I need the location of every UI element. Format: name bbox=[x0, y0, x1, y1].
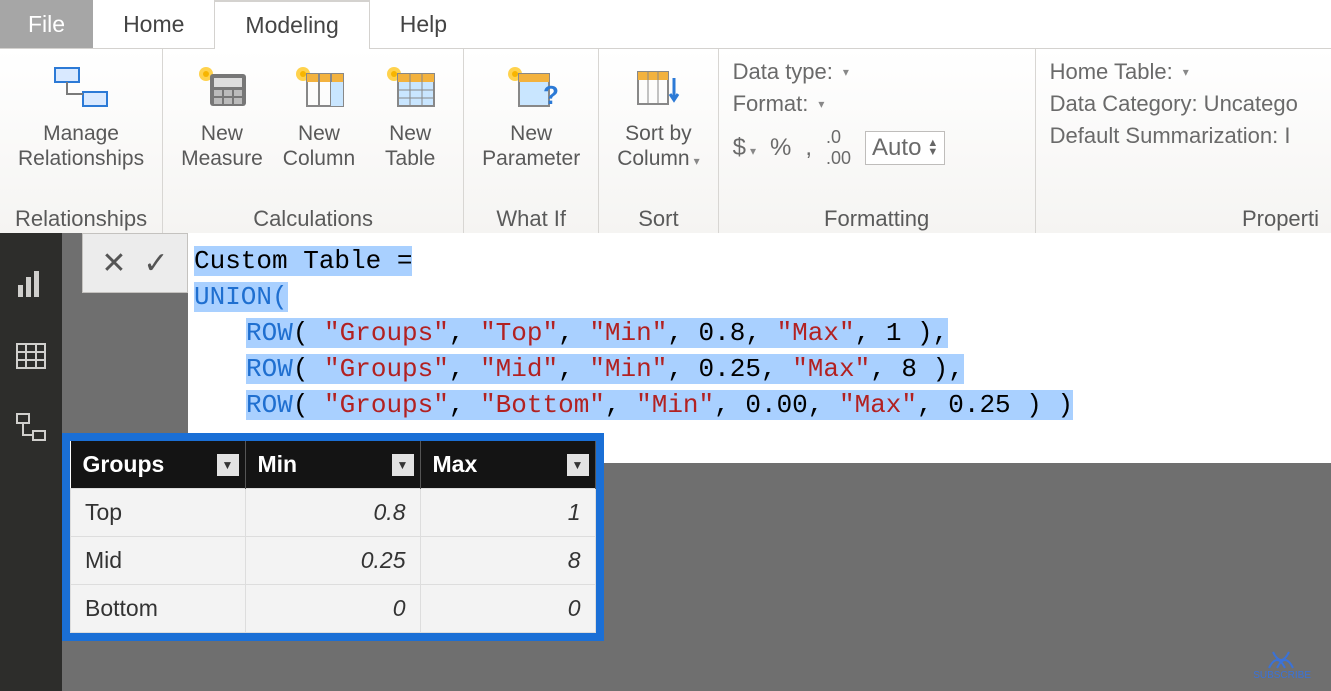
group-label-formatting: Formatting bbox=[727, 202, 1027, 234]
new-measure-button[interactable]: New Measure bbox=[171, 53, 273, 171]
col-header-groups[interactable]: Groups▼ bbox=[71, 441, 246, 489]
tab-strip: File Home Modeling Help bbox=[0, 0, 1331, 49]
sort-icon bbox=[630, 59, 686, 115]
group-label-calculations: Calculations bbox=[171, 202, 455, 234]
dna-icon bbox=[1267, 650, 1297, 670]
sort-by-column-button[interactable]: Sort by Column▾ bbox=[607, 53, 709, 174]
relationships-icon bbox=[53, 59, 109, 115]
new-parameter-button[interactable]: ? New Parameter bbox=[472, 53, 590, 171]
thousands-button[interactable]: , bbox=[805, 134, 812, 162]
filter-dropdown-icon[interactable]: ▼ bbox=[392, 454, 414, 476]
currency-button[interactable]: $▾ bbox=[733, 134, 756, 162]
result-table: Groups▼ Min▼ Max▼ Top0.81 Mid0.258 Botto… bbox=[62, 433, 604, 641]
default-summarization-dropdown[interactable]: Default Summarization: I bbox=[1050, 123, 1298, 149]
new-table-button[interactable]: New Table bbox=[365, 53, 455, 171]
model-view-button[interactable] bbox=[10, 407, 52, 449]
formula-buttons: ✕ ✓ bbox=[82, 233, 188, 293]
content-area: ✕ ✓ Custom Table = UNION( ROW( "Groups",… bbox=[62, 233, 1331, 691]
group-relationships: Manage Relationships Relationships bbox=[0, 49, 163, 234]
commit-formula-button[interactable]: ✓ bbox=[135, 242, 177, 284]
col-header-min[interactable]: Min▼ bbox=[245, 441, 420, 489]
data-type-dropdown[interactable]: Data type:▾ bbox=[733, 59, 946, 85]
tab-help[interactable]: Help bbox=[370, 0, 477, 48]
ribbon: Manage Relationships Relationships New M… bbox=[0, 49, 1331, 235]
formula-editor[interactable]: Custom Table = UNION( ROW( "Groups", "To… bbox=[188, 233, 1331, 463]
decimal-button[interactable]: .0.00 bbox=[826, 127, 851, 169]
new-column-icon bbox=[291, 59, 347, 115]
new-measure-icon bbox=[194, 59, 250, 115]
new-measure-label: New Measure bbox=[181, 121, 263, 171]
new-table-label: New Table bbox=[385, 121, 435, 171]
table-row[interactable]: Mid0.258 bbox=[71, 537, 596, 585]
report-view-button[interactable] bbox=[10, 263, 52, 305]
filter-dropdown-icon[interactable]: ▼ bbox=[567, 454, 589, 476]
new-column-button[interactable]: New Column bbox=[273, 53, 365, 171]
tab-home[interactable]: Home bbox=[93, 0, 214, 48]
data-view-button[interactable] bbox=[10, 335, 52, 377]
manage-relationships-label: Manage Relationships bbox=[18, 121, 144, 171]
table-header-row: Groups▼ Min▼ Max▼ bbox=[71, 441, 596, 489]
percent-button[interactable]: % bbox=[770, 134, 791, 162]
format-dropdown[interactable]: Format:▾ bbox=[733, 91, 946, 117]
sort-by-column-label: Sort by Column▾ bbox=[617, 121, 699, 174]
table-row[interactable]: Top0.81 bbox=[71, 489, 596, 537]
cancel-formula-button[interactable]: ✕ bbox=[93, 242, 135, 284]
home-table-dropdown[interactable]: Home Table:▾ bbox=[1050, 59, 1298, 85]
group-label-whatif: What If bbox=[472, 202, 590, 234]
file-tab[interactable]: File bbox=[0, 0, 93, 48]
group-formatting: Data type:▾ Format:▾ $▾ % , .0.00 Auto ▲… bbox=[719, 49, 1036, 234]
group-sort: Sort by Column▾ Sort bbox=[599, 49, 718, 234]
manage-relationships-button[interactable]: Manage Relationships bbox=[8, 53, 154, 171]
formula-line1: Custom Table = bbox=[194, 246, 412, 276]
new-table-icon bbox=[382, 59, 438, 115]
col-header-max[interactable]: Max▼ bbox=[420, 441, 595, 489]
group-whatif: ? New Parameter What If bbox=[464, 49, 599, 234]
tab-modeling[interactable]: Modeling bbox=[214, 0, 369, 49]
spinner-icon[interactable]: ▲▼ bbox=[927, 139, 938, 157]
group-label-properties: Properti bbox=[1044, 202, 1323, 234]
filter-dropdown-icon[interactable]: ▼ bbox=[217, 454, 239, 476]
new-column-label: New Column bbox=[283, 121, 355, 171]
table-row[interactable]: Bottom00 bbox=[71, 585, 596, 633]
group-label-sort: Sort bbox=[607, 202, 709, 234]
subscribe-watermark: SUBSCRIBE bbox=[1253, 650, 1311, 681]
view-rail bbox=[0, 233, 62, 691]
formula-line2: UNION( bbox=[194, 282, 288, 312]
formula-bar: ✕ ✓ Custom Table = UNION( ROW( "Groups",… bbox=[82, 233, 1331, 463]
data-category-dropdown[interactable]: Data Category: Uncatego bbox=[1050, 91, 1298, 117]
decimal-places-input[interactable]: Auto ▲▼ bbox=[865, 131, 945, 165]
new-parameter-icon: ? bbox=[503, 59, 559, 115]
group-properties: Home Table:▾ Data Category: Uncatego Def… bbox=[1036, 49, 1331, 234]
svg-text:?: ? bbox=[543, 80, 559, 110]
group-calculations: New Measure New Column bbox=[163, 49, 464, 234]
group-label-relationships: Relationships bbox=[8, 202, 154, 234]
new-parameter-label: New Parameter bbox=[482, 121, 580, 171]
